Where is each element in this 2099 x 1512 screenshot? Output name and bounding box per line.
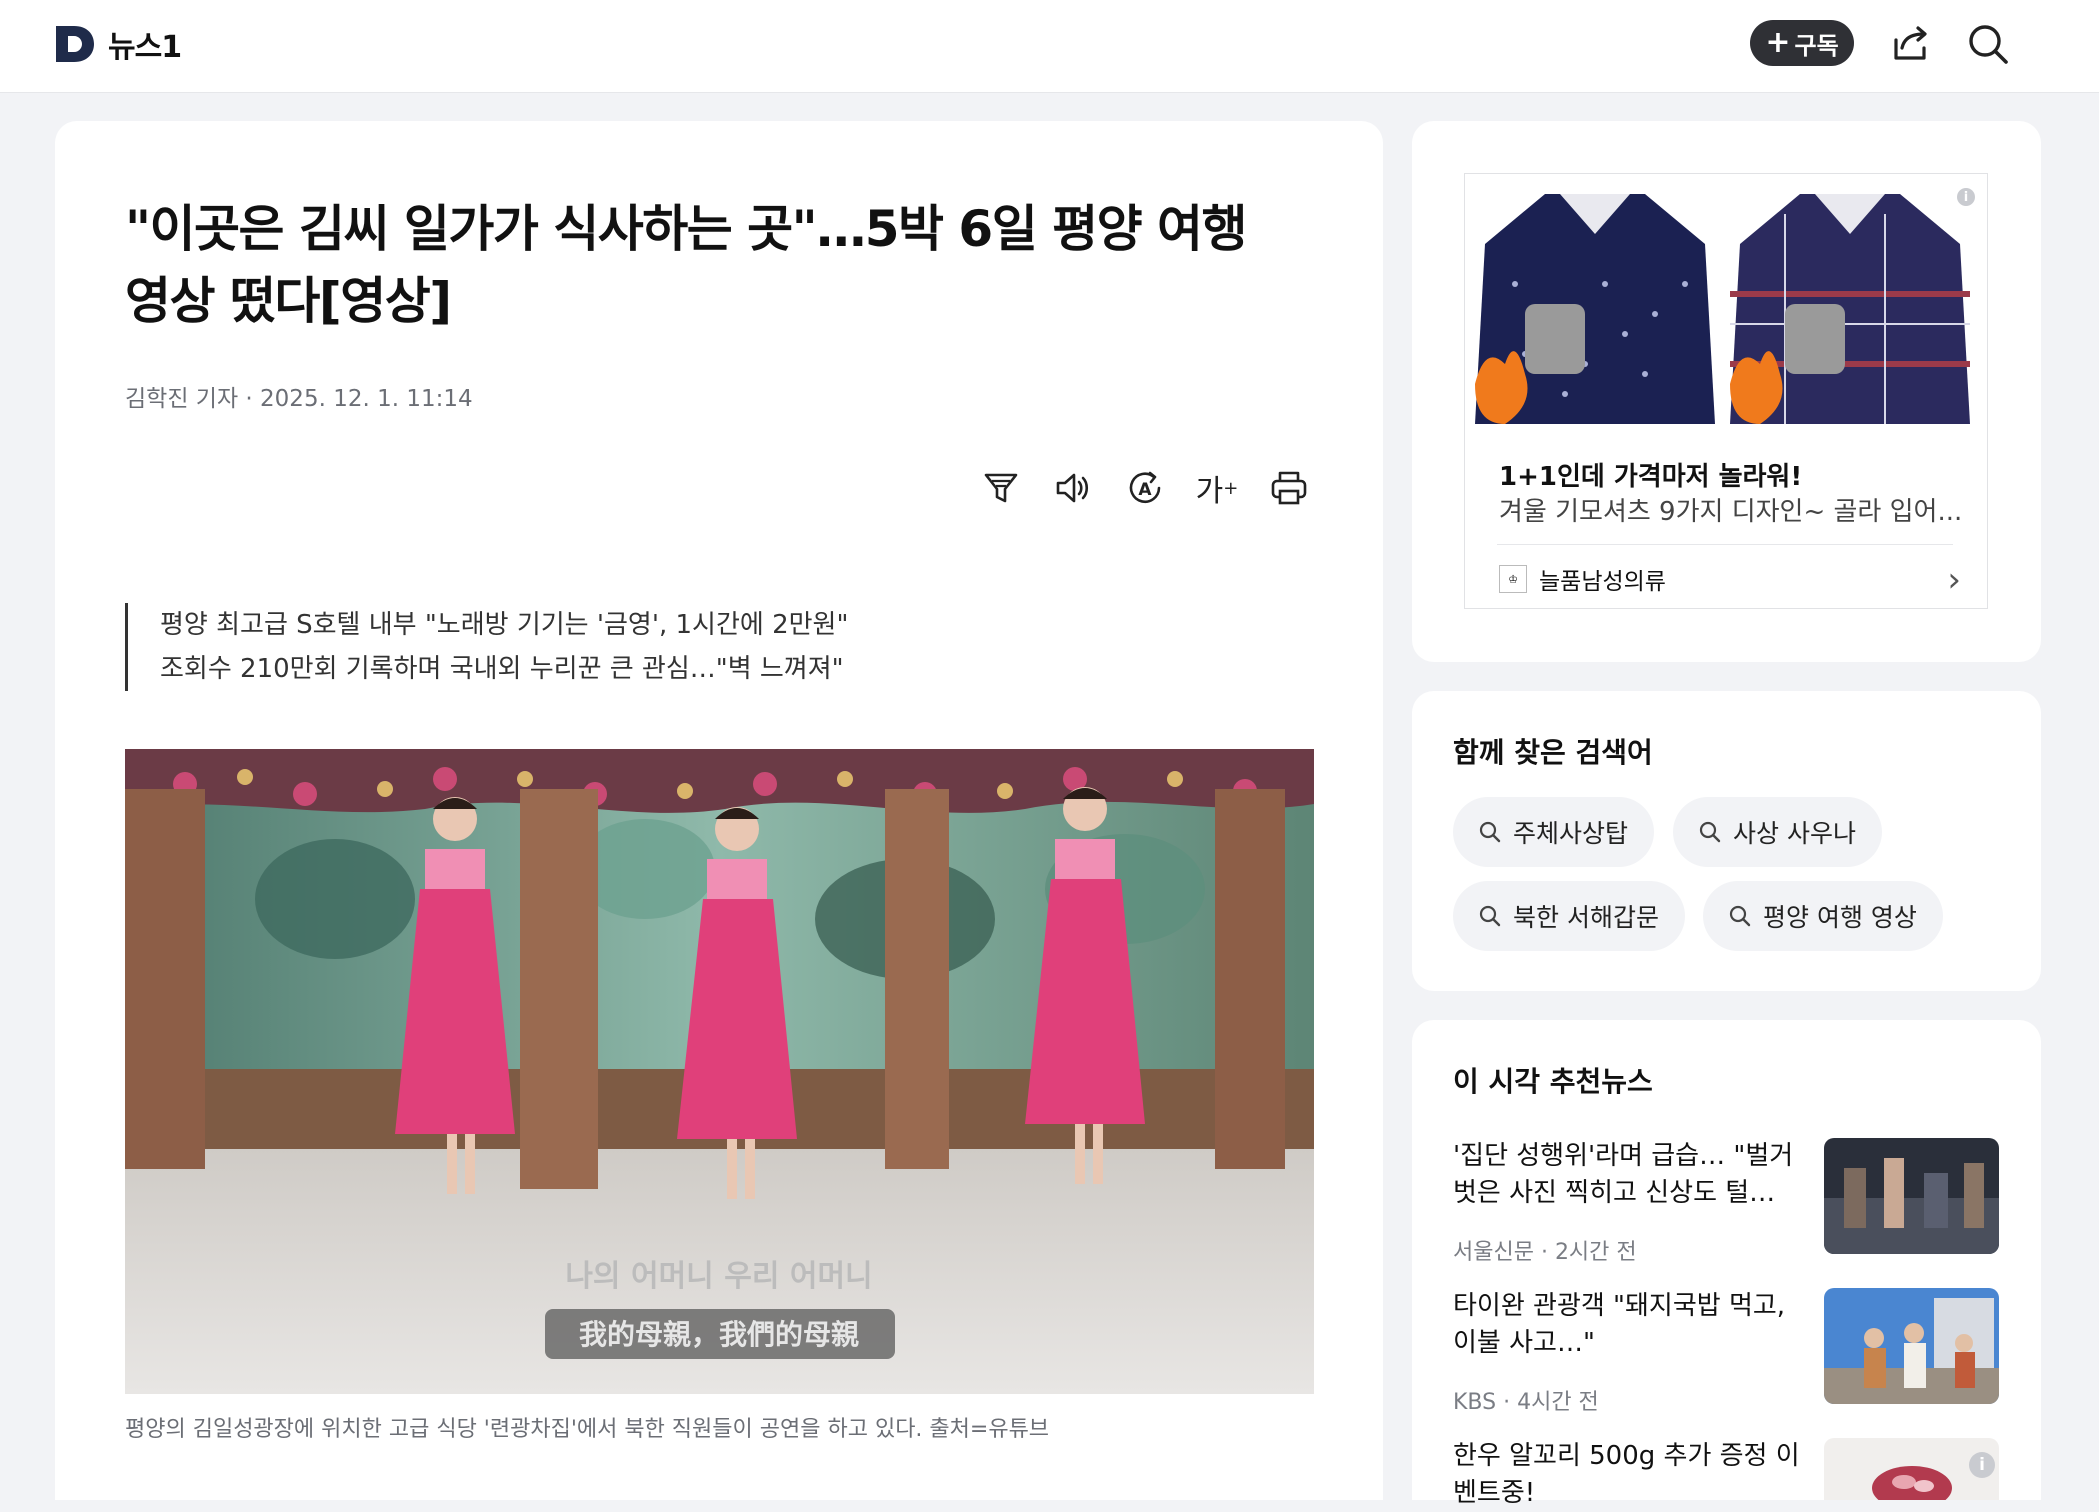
- ad-info-icon[interactable]: i: [1969, 1452, 1995, 1478]
- search-chip-label: 주체사상탑: [1513, 819, 1629, 848]
- photo-caption: 평양의 김일성광장에 위치한 고급 식당 '련광차집'에서 북한 직원들이 공연…: [125, 1417, 1050, 1442]
- news-meta: 서울신문 · 2시간 전: [1453, 1240, 1637, 1265]
- article-summary: 평양 최고급 S호텔 내부 "노래방 기기는 '금영', 1시간에 2만원" 조…: [125, 603, 848, 691]
- article-byline: 김학진 기자 · 2025. 12. 1. 11:14: [125, 386, 473, 412]
- plus-icon: +: [1765, 25, 1791, 60]
- ad-description: 겨울 기모셔츠 9가지 디자인~ 골라 입어...: [1499, 497, 1963, 527]
- chevron-right-icon[interactable]: ›: [1947, 560, 1961, 600]
- top-navigation-bar: 뉴스1 + 구독: [0, 0, 2099, 93]
- news-thumbnail: i: [1824, 1438, 1999, 1500]
- font-size-label: 가: [1195, 474, 1224, 509]
- news-title: 한우 알꼬리 500g 추가 증정 이벤트중!: [1453, 1441, 1800, 1508]
- news-thumbnail: [1824, 1288, 1999, 1404]
- share-icon[interactable]: [1888, 22, 1932, 66]
- ad-brand-name: 늘품남성의류: [1539, 569, 1666, 595]
- ad-brand[interactable]: ♔ 늘품남성의류: [1499, 562, 1666, 596]
- performance-scene-image: 나의 어머니 우리 어머니 我的母親，我們的母親: [125, 749, 1314, 1394]
- search-icon: [1699, 821, 1721, 843]
- ad-card: i 1+1인데 가격마저 놀라워! 겨울 기모셔츠 9가지 디자인~ 골라 입어…: [1412, 121, 2041, 662]
- article-toolbar: A 가 +: [980, 467, 1310, 509]
- news-title: 타이완 관광객 "돼지국밥 먹고, 이불 사고…": [1453, 1291, 1786, 1358]
- print-icon[interactable]: [1268, 467, 1310, 509]
- news-thumbnail: [1824, 1138, 1999, 1254]
- search-chip[interactable]: 평양 여행 영상: [1703, 881, 1943, 951]
- video-subtitle-chinese: 我的母親，我們的母親: [579, 1318, 859, 1351]
- news1-logo[interactable]: 뉴스1: [54, 22, 182, 66]
- related-searches-card: 함께 찾은 검색어 주체사상탑 사상 사우나 북한 서해갑문 평양 여행 영상: [1412, 691, 2041, 991]
- recommended-news-title: 이 시각 추천뉴스: [1453, 1065, 1653, 1098]
- news1-logo-icon: [56, 26, 94, 62]
- article-photo[interactable]: 나의 어머니 우리 어머니 我的母親，我們的母親: [125, 749, 1314, 1394]
- ad-info-icon[interactable]: i: [1957, 188, 1975, 206]
- search-chip-label: 북한 서해갑문: [1513, 903, 1659, 932]
- search-icon: [1729, 905, 1751, 927]
- article-title: "이곳은 김씨 일가가 식사하는 곳"…5박 6일 평양 여행 영상 떴다[영상…: [125, 200, 1248, 330]
- video-subtitle-korean: 나의 어머니 우리 어머니: [565, 1259, 872, 1294]
- ad-banner[interactable]: i 1+1인데 가격마저 놀라워! 겨울 기모셔츠 9가지 디자인~ 골라 입어…: [1464, 173, 1988, 609]
- search-chip[interactable]: 북한 서해갑문: [1453, 881, 1685, 951]
- brand-logo-icon: ♔: [1499, 565, 1527, 593]
- svg-text:A: A: [1138, 480, 1152, 500]
- ad-divider: [1497, 544, 1953, 545]
- search-chip-label: 사상 사우나: [1733, 819, 1856, 848]
- search-chip[interactable]: 주체사상탑: [1453, 797, 1655, 867]
- news-title: '집단 성행위'라며 급습… "벌거벗은 사진 찍히고 신상도 털…: [1453, 1141, 1794, 1208]
- summary-line: 평양 최고급 S호텔 내부 "노래방 기기는 '금영', 1시간에 2만원": [160, 610, 849, 640]
- search-chip-label: 평양 여행 영상: [1763, 903, 1917, 932]
- news-meta: KBS · 4시간 전: [1453, 1390, 1599, 1415]
- related-searches-title: 함께 찾은 검색어: [1453, 736, 1653, 769]
- subscribe-button[interactable]: + 구독: [1750, 20, 1854, 66]
- recommended-news-card: 이 시각 추천뉴스 '집단 성행위'라며 급습… "벌거벗은 사진 찍히고 신상…: [1412, 1020, 2041, 1508]
- summary-line: 조회수 210만회 기록하며 국내외 누리꾼 큰 관심…"벽 느껴져": [160, 654, 844, 684]
- subscribe-label: 구독: [1794, 31, 1839, 60]
- font-size-icon[interactable]: 가 +: [1195, 467, 1239, 509]
- ad-headline: 1+1인데 가격마저 놀라워!: [1499, 462, 1803, 492]
- shirt-plaid: [1730, 194, 1970, 424]
- filter-icon[interactable]: [980, 467, 1022, 509]
- shirt-dotted: [1475, 194, 1715, 424]
- search-icon: [1479, 905, 1501, 927]
- logo-text: 뉴스1: [108, 30, 182, 65]
- search-icon[interactable]: [1966, 22, 2010, 66]
- article-card: "이곳은 김씨 일가가 식사하는 곳"…5박 6일 평양 여행 영상 떴다[영상…: [55, 121, 1383, 1500]
- speaker-icon[interactable]: [1052, 467, 1094, 509]
- search-chip[interactable]: 사상 사우나: [1673, 797, 1882, 867]
- ad-shirts-image: [1465, 174, 1987, 434]
- translate-icon[interactable]: A: [1124, 467, 1166, 509]
- search-icon: [1479, 821, 1501, 843]
